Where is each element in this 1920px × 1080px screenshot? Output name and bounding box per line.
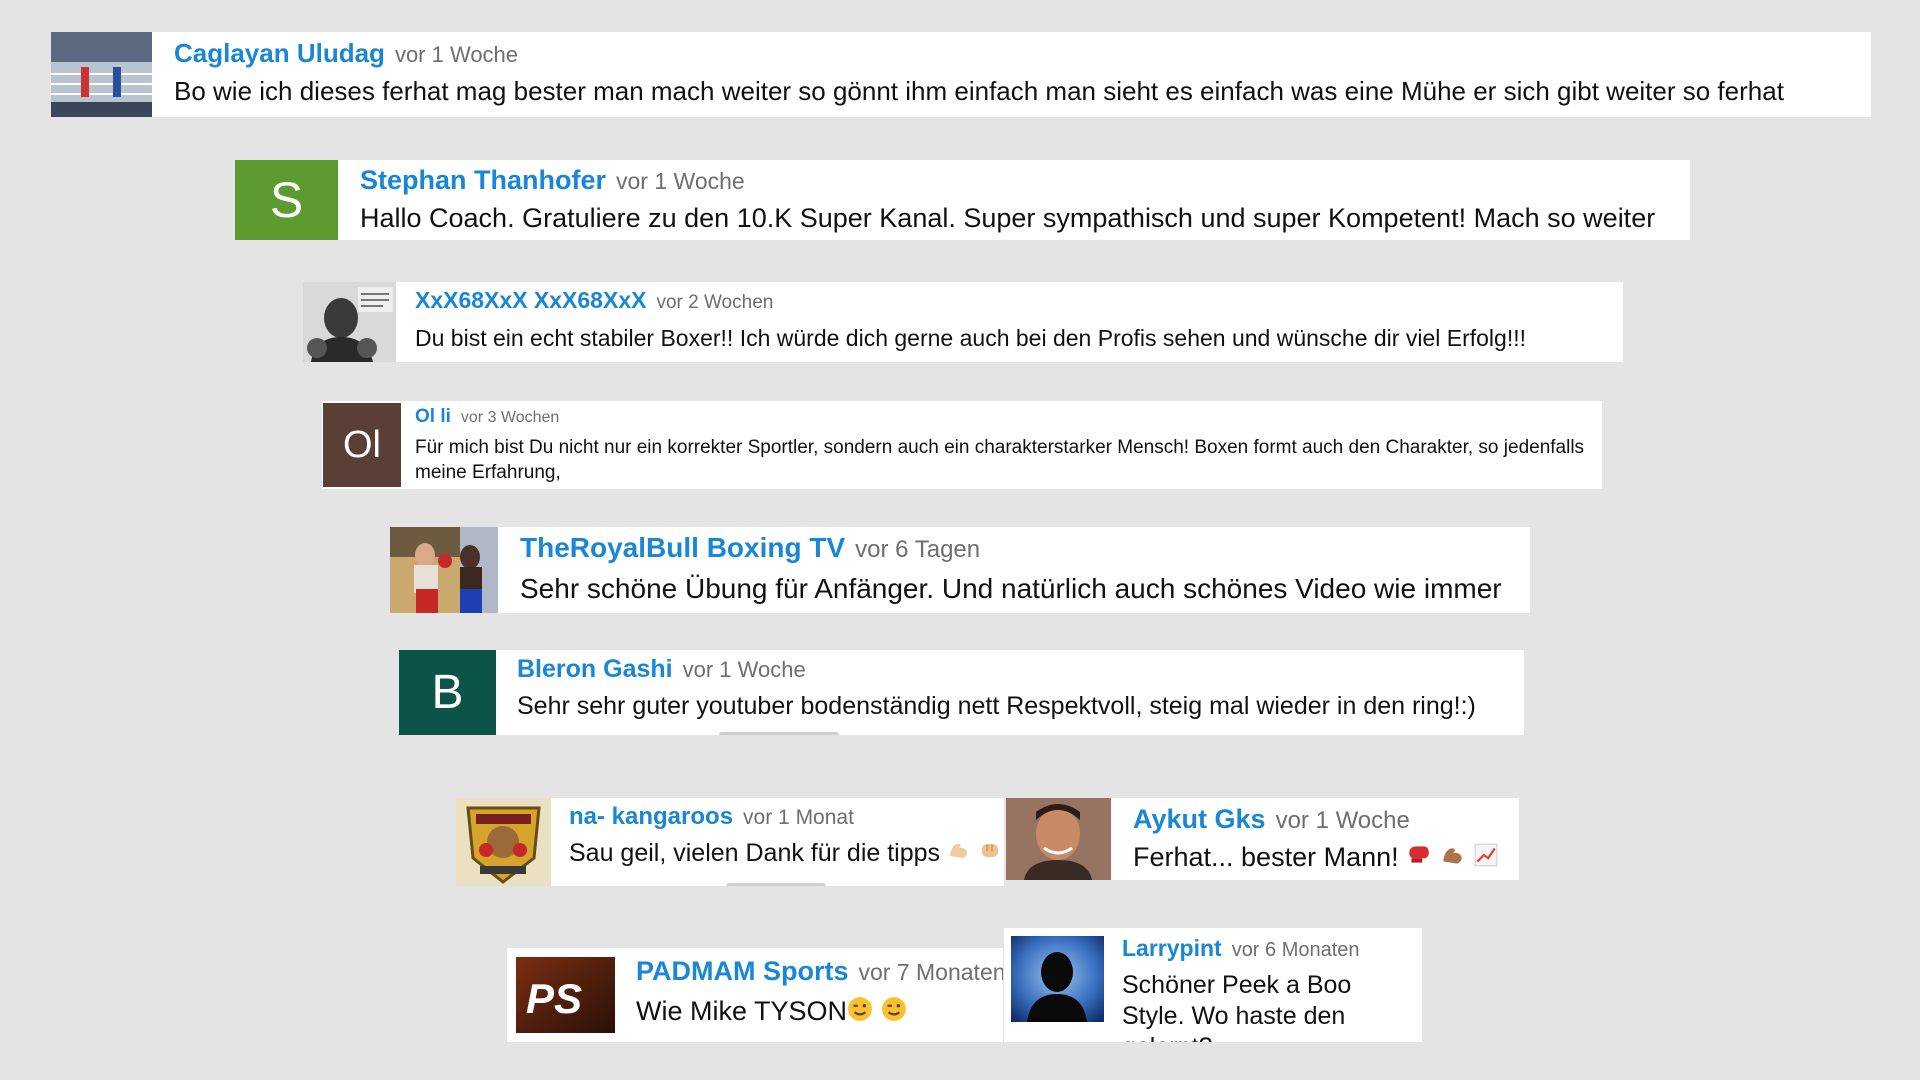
comment-text: Bo wie ich dieses ferhat mag bester man … [174, 76, 1784, 106]
flexed-biceps-icon [947, 838, 971, 871]
man-portrait-photo-icon[interactable] [1006, 798, 1111, 880]
comment-timestamp[interactable]: vor 2 Wochen [656, 292, 773, 313]
comment-text: Du bist ein echt stabiler Boxer!! Ich wü… [415, 325, 1526, 351]
comment-text: Schöner Peek a Boo Style. Wo haste den g… [1122, 971, 1352, 1042]
comment-timestamp[interactable]: vor 7 Monaten [859, 959, 1004, 985]
comment-card: PS PADMAM Sports vor 7 Monaten Wie Mike T… [507, 948, 1003, 1042]
comment-author[interactable]: Stephan Thanhofer [360, 165, 606, 195]
boxing-glove-icon [1406, 841, 1432, 877]
silhouette-avatar-icon[interactable] [1011, 936, 1104, 1022]
flexed-biceps-icon [1440, 841, 1466, 877]
comment-text: Sau geil, vielen Dank für die tipps [569, 839, 941, 867]
comment-timestamp[interactable]: vor 1 Woche [395, 42, 518, 67]
comment-timestamp[interactable]: vor 1 Woche [1276, 807, 1410, 834]
boxing-match-photo-icon[interactable] [390, 527, 498, 613]
kangaroo-logo-icon[interactable] [456, 798, 551, 886]
comment-text: Sehr schöne Übung für Anfänger. Und natü… [520, 573, 1502, 604]
cut-off-line [726, 883, 826, 886]
comment-timestamp[interactable]: vor 6 Monaten [1232, 939, 1360, 961]
comment-author[interactable]: XxX68XxX XxX68XxX [415, 287, 646, 313]
comment-timestamp[interactable]: vor 1 Monat [743, 806, 854, 829]
comment-text: Hallo Coach. Gratuliere zu den 10.K Supe… [360, 203, 1656, 233]
avatar[interactable]: B [399, 650, 496, 735]
avatar-letter: B [431, 666, 464, 719]
avatar-letter: PS [526, 975, 583, 1022]
comment-timestamp[interactable]: vor 1 Woche [616, 168, 745, 194]
comment-text: Für mich bist Du nicht nur ein korrekter… [415, 437, 1585, 483]
avatar-letter: S [269, 172, 304, 228]
comment-author[interactable]: na- kangaroos [569, 803, 733, 830]
comment-author[interactable]: TheRoyalBull Boxing TV [520, 532, 845, 563]
chart-increasing-icon [1473, 841, 1499, 877]
ps-logo-icon[interactable]: PS [516, 957, 615, 1033]
comment-card: S Stephan Thanhofer vor 1 Woche Hallo Coa… [235, 160, 1690, 240]
avatar[interactable]: Ol [323, 403, 401, 487]
comment-card: na- kangaroos vor 1 Monat Sau geil, viele… [456, 798, 1004, 886]
comment-card: Ol Ol li vor 3 Wochen Für mich bist Du ni… [322, 401, 1602, 489]
cut-off-line [719, 732, 839, 735]
comment-timestamp[interactable]: vor 1 Woche [683, 657, 806, 682]
comment-text: Wie Mike TYSON [636, 996, 848, 1026]
comment-author[interactable]: Aykut Gks [1133, 804, 1266, 834]
comment-card: B Bleron Gashi vor 1 Woche Sehr sehr gute… [399, 650, 1524, 735]
comment-card: TheRoyalBull Boxing TV vor 6 Tagen Sehr s… [390, 527, 1530, 613]
comment-author[interactable]: Caglayan Uludag [174, 38, 385, 68]
comment-author[interactable]: Larrypint [1122, 935, 1222, 961]
comment-author[interactable]: PADMAM Sports [636, 956, 849, 986]
comment-card: Aykut Gks vor 1 Woche Ferhat... bester Ma… [1006, 798, 1519, 880]
comment-timestamp[interactable]: vor 6 Tagen [855, 536, 980, 563]
avatar-letter: Ol [343, 423, 381, 466]
boxing-ring-photo-icon[interactable] [51, 32, 152, 117]
comment-author[interactable]: Ol li [415, 406, 451, 427]
avatar[interactable]: S [235, 160, 338, 240]
comment-card: XxX68XxX XxX68XxX vor 2 Wochen Du bist ei… [303, 282, 1623, 362]
comment-timestamp[interactable]: vor 3 Wochen [461, 409, 559, 426]
comment-card: Larrypint vor 6 Monaten Schöner Peek a Bo… [1004, 928, 1422, 1042]
comment-author[interactable]: Bleron Gashi [517, 655, 673, 683]
comment-card: Caglayan Uludag vor 1 Woche Bo wie ich di… [51, 32, 1871, 117]
fist-bump-icon [978, 838, 1002, 871]
winking-face-icon [847, 995, 873, 1031]
boxer-portrait-photo-icon[interactable] [303, 282, 396, 362]
winking-face-icon [881, 995, 907, 1031]
comment-text: Ferhat... bester Mann! [1133, 842, 1399, 872]
comment-text: Sehr sehr guter youtuber bodenständig ne… [517, 692, 1476, 720]
